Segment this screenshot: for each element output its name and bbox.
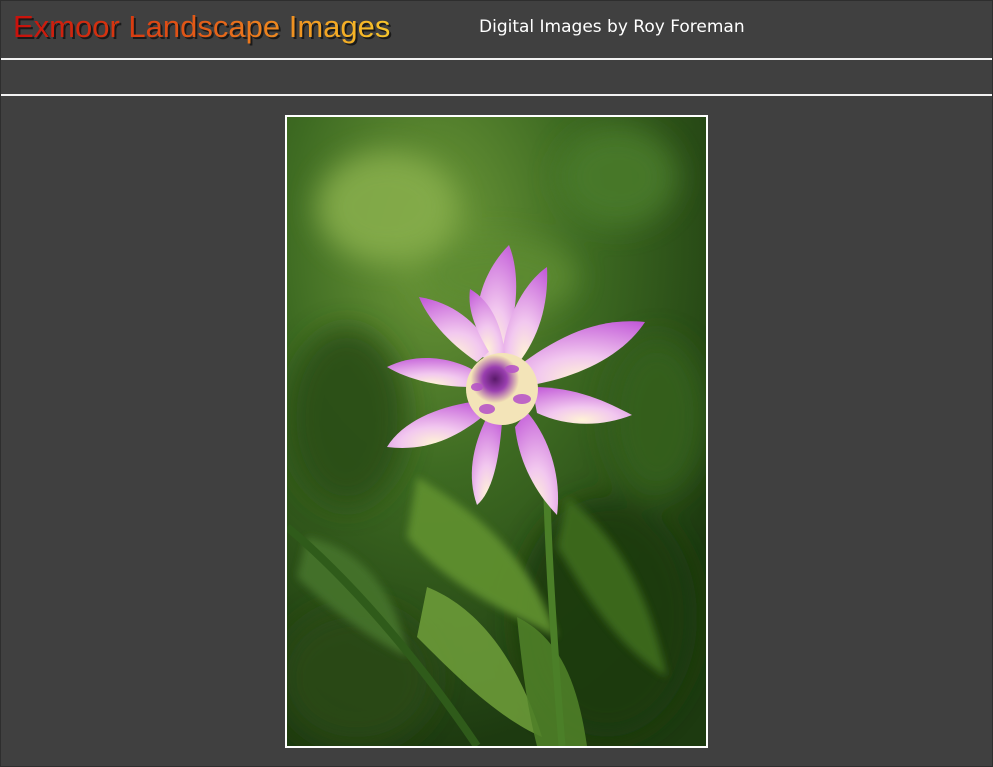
- header: Exmoor Landscape Images Exmoor Landscape…: [1, 0, 992, 58]
- site-subtitle: Digital Images by Roy Foreman: [479, 17, 745, 37]
- nav-divider: [1, 94, 992, 96]
- main-photo[interactable]: [285, 115, 708, 748]
- site-title[interactable]: Exmoor Landscape Images: [13, 8, 390, 46]
- flower-photo-image: [287, 117, 706, 746]
- nav-bar: [1, 60, 992, 94]
- page: Exmoor Landscape Images Exmoor Landscape…: [0, 0, 993, 767]
